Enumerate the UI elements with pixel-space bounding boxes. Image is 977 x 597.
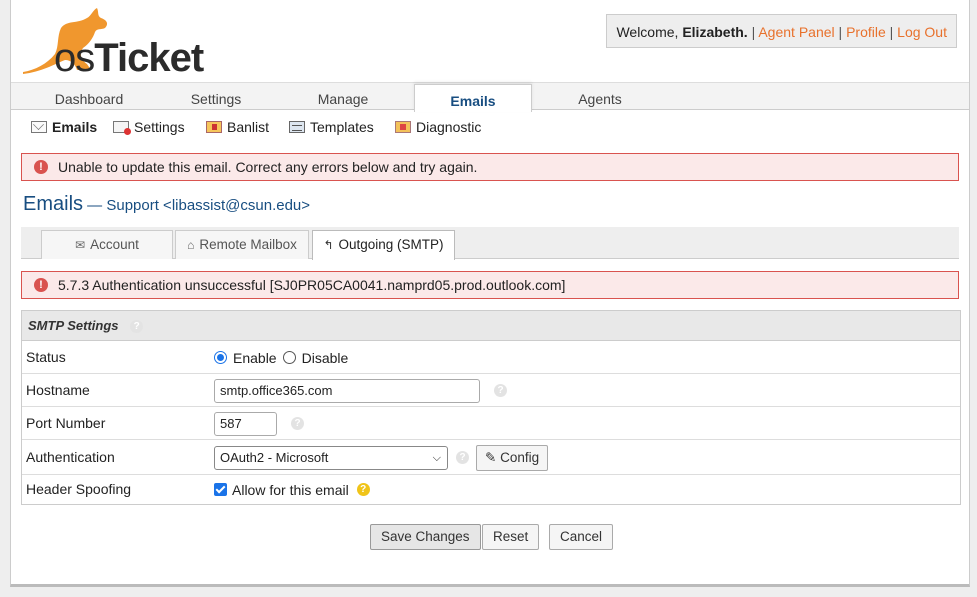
agent-panel-link[interactable]: Agent Panel xyxy=(758,24,834,40)
button-label: Config xyxy=(500,449,540,465)
section-title: SMTP Settings xyxy=(28,318,119,333)
field-label: Hostname xyxy=(26,382,90,398)
help-icon[interactable]: ? xyxy=(130,320,144,334)
status-enable-radio[interactable] xyxy=(214,351,227,364)
field-label: Header Spoofing xyxy=(26,481,132,497)
config-button[interactable]: ✎ Config xyxy=(476,444,549,471)
cancel-button[interactable]: Cancel xyxy=(549,524,614,550)
hostname-row: Hostname smtp.office365.com ? xyxy=(22,374,960,407)
templates-icon xyxy=(289,121,305,133)
status-row: Status Enable Disable xyxy=(22,341,960,374)
logo-ticket-text: Ticket xyxy=(94,36,204,80)
user-name: Elizabeth. xyxy=(682,24,748,40)
subnav-diagnostic[interactable]: Diagnostic xyxy=(395,119,481,135)
subnav-settings[interactable]: Settings xyxy=(113,119,185,135)
save-changes-button[interactable]: Save Changes xyxy=(370,524,481,550)
status-disable-radio[interactable] xyxy=(282,351,296,364)
separator: | xyxy=(834,24,847,40)
allow-spoofing-checkbox[interactable] xyxy=(214,483,227,496)
page-title: Emails — Support <libassist@csun.edu> xyxy=(23,193,310,216)
profile-link[interactable]: Profile xyxy=(846,24,886,40)
separator: | xyxy=(747,24,759,40)
error-icon: ! xyxy=(34,278,48,292)
subnav-templates[interactable]: Templates xyxy=(289,119,374,135)
error-message: 5.7.3 Authentication unsuccessful [SJ0PR… xyxy=(58,277,566,293)
error-banner-main: ! Unable to update this email. Correct a… xyxy=(21,153,959,181)
help-icon[interactable]: ? xyxy=(291,417,304,430)
separator: | xyxy=(885,24,898,40)
subnav-emails[interactable]: Emails xyxy=(31,119,97,135)
tab-outgoing-smtp[interactable]: ↰ Outgoing (SMTP) xyxy=(312,230,455,260)
smtp-settings-table: SMTP Settings ? Status Enable Disable Ho… xyxy=(21,310,961,505)
tab-label: Outgoing (SMTP) xyxy=(338,237,444,252)
envelope-icon: ✉ xyxy=(75,238,86,252)
section-header: SMTP Settings ? xyxy=(22,311,960,341)
radio-label: Enable xyxy=(233,349,277,366)
radio-label: Disable xyxy=(301,349,349,366)
envelope-icon xyxy=(31,121,47,133)
logo-os-text: os xyxy=(54,36,95,80)
reset-button[interactable]: Reset xyxy=(482,524,540,550)
form-actions: Save Changes Reset Cancel xyxy=(11,524,969,550)
logo-wordmark: osTicket xyxy=(54,36,204,81)
header-spoofing-row: Header Spoofing Allow for this email ? xyxy=(22,475,960,504)
checkbox-label: Allow for this email xyxy=(232,481,349,498)
main-nav: Dashboard Settings Manage Emails Agents xyxy=(11,82,969,112)
subnav-banlist[interactable]: Banlist xyxy=(206,119,269,135)
help-icon[interactable]: ? xyxy=(494,384,507,397)
header: osTicket Welcome, Elizabeth. | Agent Pan… xyxy=(11,0,969,82)
authentication-select[interactable]: OAuth2 - Microsoft ⌵ xyxy=(214,445,448,470)
help-icon[interactable]: ? xyxy=(356,483,370,496)
user-info-box: Welcome, Elizabeth. | Agent Panel | Prof… xyxy=(606,14,957,48)
osticket-logo[interactable]: osTicket xyxy=(17,6,217,81)
welcome-text: Welcome, xyxy=(616,24,683,40)
error-banner-smtp: ! 5.7.3 Authentication unsuccessful [SJ0… xyxy=(21,271,959,299)
authentication-row: Authentication OAuth2 - Microsoft ⌵ ? ✎ … xyxy=(22,440,960,475)
sub-nav: Emails Settings Banlist Templates Diagno… xyxy=(11,112,969,142)
error-icon: ! xyxy=(34,160,48,174)
field-label: Port Number xyxy=(26,415,106,431)
email-settings-icon xyxy=(113,121,131,135)
subnav-label: Settings xyxy=(134,119,185,135)
nav-tab-manage[interactable]: Manage xyxy=(284,83,402,111)
email-tabs: ✉ Account ⌂ Remote Mailbox ↰ Outgoing (SMTP… xyxy=(21,227,959,260)
subnav-label: Diagnostic xyxy=(416,119,482,135)
page-subtitle-text: — Support <libassist@csun.edu> xyxy=(83,197,311,214)
nav-tab-settings[interactable]: Settings xyxy=(157,83,275,111)
field-label: Status xyxy=(26,349,66,365)
tab-remote-mailbox[interactable]: ⌂ Remote Mailbox xyxy=(175,230,309,259)
nav-tab-emails[interactable]: Emails xyxy=(414,84,532,112)
diagnostic-icon xyxy=(395,121,411,133)
subnav-label: Banlist xyxy=(227,119,270,135)
chevron-down-icon: ⌵ xyxy=(432,451,441,464)
edit-icon: ✎ xyxy=(485,449,497,465)
inbox-icon: ⌂ xyxy=(187,238,195,252)
port-row: Port Number 587 ? xyxy=(22,407,960,440)
subnav-label: Emails xyxy=(52,119,98,135)
reply-icon: ↰ xyxy=(323,238,334,252)
nav-tab-dashboard[interactable]: Dashboard xyxy=(30,83,148,111)
help-icon[interactable]: ? xyxy=(456,451,469,464)
banlist-icon xyxy=(206,121,222,133)
tab-label: Remote Mailbox xyxy=(199,237,297,252)
page-container: osTicket Welcome, Elizabeth. | Agent Pan… xyxy=(10,0,970,587)
selected-value: OAuth2 - Microsoft xyxy=(220,449,329,465)
logout-link[interactable]: Log Out xyxy=(897,24,947,40)
port-input[interactable]: 587 xyxy=(214,411,277,436)
page-title-text: Emails xyxy=(23,193,84,215)
hostname-input[interactable]: smtp.office365.com xyxy=(214,378,480,403)
tab-account[interactable]: ✉ Account xyxy=(41,230,173,259)
field-label: Authentication xyxy=(26,449,115,465)
subnav-label: Templates xyxy=(310,119,374,135)
error-message: Unable to update this email. Correct any… xyxy=(58,159,478,175)
nav-tab-agents[interactable]: Agents xyxy=(541,83,659,111)
tab-label: Account xyxy=(90,237,139,252)
